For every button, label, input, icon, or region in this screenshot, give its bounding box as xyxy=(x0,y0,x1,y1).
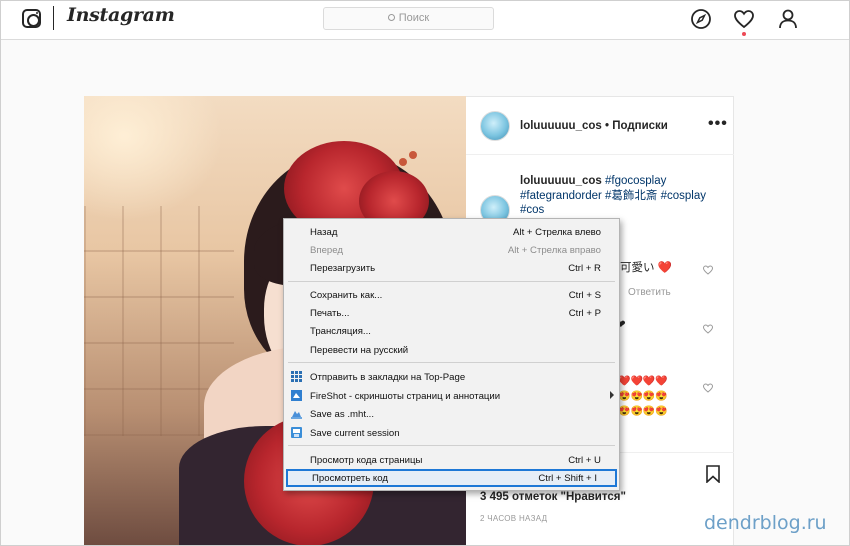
fireshot-icon xyxy=(291,390,302,401)
hashtag-link[interactable]: #fgocosplay xyxy=(605,175,666,187)
hashtag-link[interactable]: #cos xyxy=(520,204,544,216)
menu-item-shortcut: Ctrl + S xyxy=(568,290,601,301)
menu-item-cast[interactable]: Трансляция... xyxy=(284,322,621,340)
menu-item-label: Сохранить как... xyxy=(310,290,383,301)
menu-item-label: Save current session xyxy=(310,428,400,439)
menu-item-back[interactable]: Назад Alt + Стрелка влево xyxy=(284,223,621,241)
menu-item-forward[interactable]: Вперед Alt + Стрелка вправо xyxy=(284,241,621,259)
bookmark-icon[interactable] xyxy=(706,465,720,483)
post-caption: loluuuuuu_cos #fgocosplay #fategrandorde… xyxy=(520,174,725,218)
comment-like-heart-icon[interactable] xyxy=(703,324,713,334)
top-navigation-bar: Instagram Поиск xyxy=(0,0,850,40)
search-input[interactable]: Поиск xyxy=(323,7,494,30)
menu-item-reload[interactable]: Перезагрузить Ctrl + R xyxy=(284,259,621,277)
menu-item-view-source[interactable]: Просмотр кода страницы Ctrl + U xyxy=(284,451,621,469)
menu-item-label: FireShot - скриншоты страниц и аннотации xyxy=(310,391,501,402)
likes-count[interactable]: 3 495 отметок "Нравится" xyxy=(480,491,626,503)
menu-item-label: Печать... xyxy=(310,308,350,319)
menu-item-shortcut: Alt + Стрелка влево xyxy=(513,227,601,238)
profile-icon[interactable] xyxy=(777,8,799,30)
comment-like-heart-icon[interactable] xyxy=(703,383,713,393)
mht-icon xyxy=(291,411,302,419)
menu-item-fireshot[interactable]: FireShot - скриншоты страниц и аннотации xyxy=(284,387,621,405)
reply-link[interactable]: Ответить xyxy=(628,287,671,298)
menu-item-shortcut: Ctrl + R xyxy=(568,263,601,274)
menu-item-label: Просмотреть код xyxy=(312,473,388,484)
menu-item-shortcut: Alt + Стрелка вправо xyxy=(507,245,601,256)
menu-item-label: Перевести на русский xyxy=(310,345,409,356)
hashtag-link[interactable]: #fategrandorder #葛飾北斎 #cosplay xyxy=(520,190,706,202)
menu-item-shortcut: Ctrl + P xyxy=(568,308,601,319)
menu-item-shortcut: Ctrl + Shift + I xyxy=(538,473,597,484)
photo-hairpin-bead xyxy=(409,151,417,159)
comment-text: ❤️❤️❤️❤️ xyxy=(618,376,668,387)
activity-heart-icon[interactable] xyxy=(733,8,755,30)
menu-item-print[interactable]: Печать... Ctrl + P xyxy=(284,304,621,322)
comment-text: 可愛い ❤️ xyxy=(620,262,673,274)
menu-item-save-as[interactable]: Сохранить как... Ctrl + S xyxy=(284,286,621,304)
comment-like-heart-icon[interactable] xyxy=(703,265,713,275)
menu-item-label: Отправить в закладки на Top-Page xyxy=(310,372,466,383)
logo-divider xyxy=(53,6,54,30)
grid-icon xyxy=(291,371,302,382)
post-timestamp[interactable]: 2 ЧАСОВ НАЗАД xyxy=(480,514,547,523)
menu-separator xyxy=(288,362,615,363)
menu-separator xyxy=(288,445,615,446)
site-watermark: dendrblog.ru xyxy=(704,512,827,534)
explore-compass-icon[interactable] xyxy=(690,8,712,30)
menu-item-label: Перезагрузить xyxy=(310,263,376,274)
menu-item-label: Трансляция... xyxy=(310,326,371,337)
menu-item-shortcut: Ctrl + U xyxy=(568,455,601,466)
caption-username[interactable]: loluuuuuu_cos xyxy=(520,175,602,187)
menu-item-save-mht[interactable]: Save as .mht... xyxy=(284,405,621,423)
menu-item-top-page-bookmark[interactable]: Отправить в закладки на Top-Page xyxy=(284,368,621,386)
session-icon xyxy=(291,427,302,438)
comment-text: 😍😍😍😍 xyxy=(618,391,668,402)
comment-text: 😍😍😍😍 xyxy=(618,406,668,417)
post-author-link[interactable]: loluuuuuu_cos • Подписки xyxy=(520,120,668,132)
menu-item-save-session[interactable]: Save current session xyxy=(284,424,621,442)
menu-item-label: Просмотр кода страницы xyxy=(310,455,423,466)
more-options-icon[interactable]: ••• xyxy=(708,115,728,133)
avatar[interactable] xyxy=(480,111,510,141)
instagram-camera-icon[interactable] xyxy=(22,9,41,28)
menu-item-label: Вперед xyxy=(310,245,343,256)
photo-hairpin-bead xyxy=(399,158,407,166)
menu-item-translate[interactable]: Перевести на русский xyxy=(284,341,621,359)
search-icon xyxy=(387,14,395,21)
search-placeholder: Поиск xyxy=(398,12,430,24)
menu-separator xyxy=(288,281,615,282)
instagram-wordmark[interactable]: Instagram xyxy=(67,4,175,26)
menu-item-label: Назад xyxy=(310,227,338,238)
notification-dot xyxy=(742,32,746,36)
browser-context-menu: Назад Alt + Стрелка влево Вперед Alt + С… xyxy=(283,218,620,491)
submenu-arrow-icon xyxy=(610,391,614,399)
menu-item-label: Save as .mht... xyxy=(310,409,374,420)
menu-item-inspect[interactable]: Просмотреть код Ctrl + Shift + I xyxy=(286,469,617,487)
post-header: loluuuuuu_cos • Подписки ••• xyxy=(466,97,734,155)
